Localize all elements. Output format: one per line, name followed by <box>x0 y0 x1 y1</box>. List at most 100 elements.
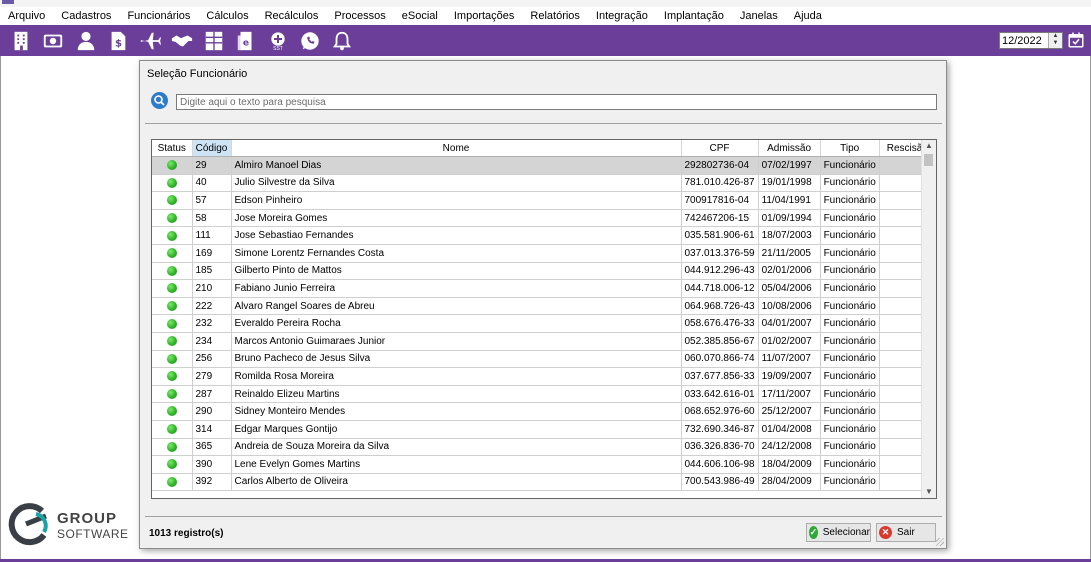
cell-cpf: 781.010.426-87 <box>681 174 759 193</box>
menu-item-6[interactable]: eSocial <box>394 10 446 22</box>
column-header[interactable]: Código <box>192 140 232 157</box>
cell-tipo: Funcionário <box>820 209 880 228</box>
scroll-up-icon[interactable]: ▲ <box>922 140 936 152</box>
scrollbar-thumb[interactable] <box>924 154 933 166</box>
menu-item-3[interactable]: Cálculos <box>198 10 256 22</box>
status-cell <box>152 438 193 457</box>
status-cell <box>152 473 193 492</box>
table-row[interactable]: 314 Edgar Marques Gontijo 732.690.346-87 01… <box>152 420 936 439</box>
status-active-icon <box>166 230 177 241</box>
resize-grip[interactable] <box>936 538 944 546</box>
menu-item-7[interactable]: Importações <box>446 10 523 22</box>
menu-item-8[interactable]: Relatórios <box>522 10 588 22</box>
status-cell <box>152 385 193 404</box>
status-active-icon <box>166 177 177 188</box>
period-spinner[interactable]: ▲ ▼ <box>1048 33 1062 48</box>
search-input[interactable] <box>176 94 937 110</box>
spreadsheet-icon[interactable] <box>202 29 226 53</box>
search-icon[interactable] <box>151 92 168 109</box>
table-row[interactable]: 185 Gilberto Pinto de Mattos 044.912.296-4… <box>152 262 936 281</box>
cell-tipo: Funcionário <box>820 332 880 351</box>
bell-icon[interactable] <box>330 29 354 53</box>
table-row[interactable]: 57 Edson Pinheiro 700917816-04 11/04/1991 Fu… <box>152 191 936 210</box>
cell-cpf: 732.690.346-87 <box>681 420 759 439</box>
table-row[interactable]: 111 Jose Sebastiao Fernandes 035.581.906-6… <box>152 226 936 245</box>
cell-nome: Fabiano Junio Ferreira <box>231 279 682 298</box>
plane-icon[interactable] <box>138 29 162 53</box>
close-icon: ✕ <box>879 526 892 539</box>
cell-tipo: Funcionário <box>820 438 880 457</box>
handshake-icon[interactable] <box>170 29 194 53</box>
cell-tipo: Funcionário <box>820 279 880 298</box>
table-row[interactable]: 290 Sidney Monteiro Mendes 068.652.976-60 2… <box>152 402 936 421</box>
scroll-down-icon[interactable]: ▼ <box>922 486 936 498</box>
menu-item-10[interactable]: Implantação <box>656 10 732 22</box>
table-row[interactable]: 234 Marcos Antonio Guimaraes Junior 052.38… <box>152 332 936 351</box>
table-row[interactable]: 40 Julio Silvestre da Silva 781.010.426-87… <box>152 174 936 193</box>
column-header[interactable]: Status <box>152 140 193 157</box>
table-row[interactable]: 256 Bruno Pacheco de Jesus Silva 060.070.8… <box>152 350 936 369</box>
cell-cpf: 037.013.376-59 <box>681 244 759 263</box>
column-header[interactable]: Admissão <box>758 140 821 157</box>
building-icon[interactable] <box>9 29 33 53</box>
window-titlebar <box>0 0 1091 7</box>
menu-item-5[interactable]: Processos <box>326 10 393 22</box>
cell-tipo: Funcionário <box>820 350 880 369</box>
cell-cpf: 044.606.106-98 <box>681 455 759 474</box>
table-row[interactable]: 29 Almiro Manoel Dias 292802736-04 07/02/19… <box>152 156 936 175</box>
column-header[interactable]: CPF <box>681 140 759 157</box>
status-cell <box>152 455 193 474</box>
table-row[interactable]: 392 Carlos Alberto de Oliveira 700.543.986… <box>152 473 936 492</box>
cell-nome: Lene Evelyn Gomes Martins <box>231 455 682 474</box>
table-row[interactable]: 210 Fabiano Junio Ferreira 044.718.006-12 0… <box>152 279 936 298</box>
period-field[interactable]: 12/2022 ▲ ▼ <box>999 32 1063 49</box>
table-row[interactable]: 390 Lene Evelyn Gomes Martins 044.606.106-… <box>152 455 936 474</box>
cell-nome: Bruno Pacheco de Jesus Silva <box>231 350 682 369</box>
table-row[interactable]: 232 Everaldo Pereira Rocha 058.676.476-33 0… <box>152 314 936 333</box>
check-icon: ✓ <box>809 526 818 539</box>
cell-tipo: Funcionário <box>820 156 880 175</box>
cell-codigo: 58 <box>192 209 232 228</box>
table-row[interactable]: 279 Romilda Rosa Moreira 037.677.856-33 19/… <box>152 367 936 386</box>
document-money-icon[interactable]: $ <box>106 29 130 53</box>
cell-cpf: 058.676.476-33 <box>681 314 759 333</box>
cell-codigo: 390 <box>192 455 232 474</box>
vertical-scrollbar[interactable]: ▲ ▼ <box>921 140 936 498</box>
employees-grid[interactable]: Status Código Nome CPF Admissão Tipo Rescisão … <box>151 139 937 499</box>
menu-item-9[interactable]: Integração <box>588 10 656 22</box>
menu-item-11[interactable]: Janelas <box>732 10 786 22</box>
cell-nome: Gilberto Pinto de Mattos <box>231 262 682 281</box>
exit-button[interactable]: ✕ Sair <box>876 523 936 542</box>
cell-admissao: 10/08/2006 <box>758 297 821 316</box>
cell-cpf: 060.070.866-74 <box>681 350 759 369</box>
status-active-icon <box>166 318 177 329</box>
column-header[interactable]: Tipo <box>820 140 880 157</box>
table-row[interactable]: 58 Jose Moreira Gomes 742467206-15 01/09/19… <box>152 209 936 228</box>
sst-icon[interactable]: SST <box>266 29 290 53</box>
whatsapp-icon[interactable] <box>298 29 322 53</box>
menu-item-1[interactable]: Cadastros <box>53 10 119 22</box>
select-button[interactable]: ✓ Selecionar <box>806 523 871 542</box>
cell-cpf: 035.581.906-61 <box>681 226 759 245</box>
status-active-icon <box>166 195 177 206</box>
user-icon[interactable] <box>74 29 98 53</box>
employees-table: Status Código Nome CPF Admissão Tipo Rescisão … <box>152 140 936 492</box>
column-header[interactable]: Nome <box>231 140 682 157</box>
menu-item-12[interactable]: Ajuda <box>786 10 830 22</box>
cell-codigo: 210 <box>192 279 232 298</box>
status-cell <box>152 314 193 333</box>
table-row[interactable]: 287 Reinaldo Elizeu Martins 033.642.616-01… <box>152 385 936 404</box>
cell-tipo: Funcionário <box>820 244 880 263</box>
cell-admissao: 11/07/2007 <box>758 350 821 369</box>
table-row[interactable]: 365 Andreia de Souza Moreira da Silva 036.… <box>152 438 936 457</box>
cell-cpf: 742467206-15 <box>681 209 759 228</box>
menu-item-2[interactable]: Funcionários <box>119 10 198 22</box>
table-row[interactable]: 222 Alvaro Rangel Soares de Abreu 064.968.… <box>152 297 936 316</box>
menu-item-4[interactable]: Recálculos <box>257 10 327 22</box>
money-icon[interactable] <box>41 29 65 53</box>
payslip-icon[interactable]: e <box>234 29 258 53</box>
menu-item-0[interactable]: Arquivo <box>0 10 53 22</box>
calendar-icon[interactable] <box>1067 31 1085 49</box>
cell-admissao: 17/11/2007 <box>758 385 821 404</box>
table-row[interactable]: 169 Simone Lorentz Fernandes Costa 037.013… <box>152 244 936 263</box>
